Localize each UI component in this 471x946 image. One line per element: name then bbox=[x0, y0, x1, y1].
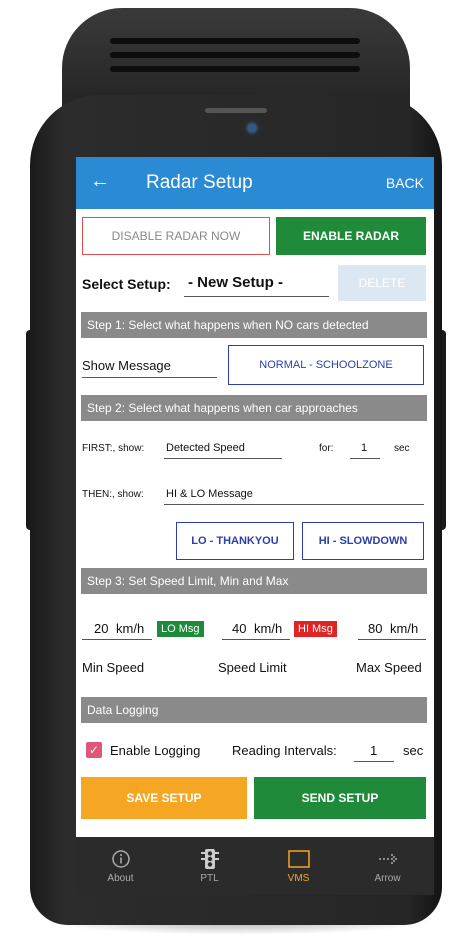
min-speed-underline bbox=[82, 639, 152, 640]
enable-logging-label: Enable Logging bbox=[110, 743, 201, 758]
back-arrow-icon[interactable]: ← bbox=[90, 171, 110, 191]
step1-header: Step 1: Select what happens when NO cars… bbox=[81, 312, 427, 338]
no-car-action-select[interactable]: Show Message bbox=[82, 358, 171, 373]
then-show-select[interactable]: HI & LO Message bbox=[166, 488, 253, 500]
setup-select[interactable]: - New Setup - bbox=[188, 274, 283, 291]
max-speed-unit: km/h bbox=[390, 621, 419, 636]
disable-radar-button[interactable]: DISABLE RADAR NOW bbox=[82, 217, 270, 255]
delete-setup-button[interactable]: DELETE bbox=[338, 265, 426, 301]
first-show-select[interactable]: Detected Speed bbox=[166, 442, 245, 454]
speaker-grille-line bbox=[110, 66, 360, 72]
arrow-board-icon bbox=[377, 848, 399, 870]
data-logging-header: Data Logging bbox=[81, 697, 427, 723]
max-speed-label: Max Speed bbox=[356, 660, 422, 675]
reading-interval-unit: sec bbox=[403, 743, 424, 758]
traffic-light-icon bbox=[199, 848, 221, 870]
nav-item-label: About bbox=[107, 873, 134, 884]
for-label: for: bbox=[319, 443, 334, 454]
lo-thankyou-button[interactable]: LO - THANKYOU bbox=[176, 522, 294, 560]
speed-limit-unit: km/h bbox=[254, 621, 283, 636]
normal-message-button[interactable]: NORMAL - SCHOOLZONE bbox=[228, 345, 424, 385]
step2-header: Step 2: Select what happens when car app… bbox=[81, 395, 427, 421]
max-speed-underline bbox=[358, 639, 426, 640]
then-show-label: THEN:, show: bbox=[82, 489, 144, 500]
sign-board-icon bbox=[287, 848, 310, 870]
app-screen: ← Radar Setup BACK DISABLE RADAR NOW ENA… bbox=[76, 157, 434, 895]
nav-item-about[interactable]: About bbox=[76, 837, 165, 895]
nav-item-ptl[interactable]: PTL bbox=[165, 837, 254, 895]
speaker-grille-line bbox=[110, 52, 360, 58]
setup-select-underline bbox=[184, 296, 329, 297]
select-setup-label: Select Setup: bbox=[82, 276, 171, 292]
send-setup-button[interactable]: SEND SETUP bbox=[254, 777, 426, 819]
hi-msg-badge: HI Msg bbox=[294, 621, 337, 637]
app-bar: ← Radar Setup BACK bbox=[76, 157, 434, 209]
min-speed-label: Min Speed bbox=[82, 660, 145, 675]
sec-label: sec bbox=[394, 443, 410, 454]
first-show-underline bbox=[164, 458, 282, 459]
bottom-navigation: About PTL VMS Arrow bbox=[76, 837, 434, 895]
speed-limit-underline bbox=[222, 639, 290, 640]
min-speed-input[interactable]: 20 bbox=[94, 621, 108, 636]
enable-radar-button[interactable]: ENABLE RADAR bbox=[276, 217, 426, 255]
duration-underline bbox=[350, 458, 380, 459]
reading-intervals-label: Reading Intervals: bbox=[232, 743, 337, 758]
first-show-label: FIRST:, show: bbox=[82, 443, 145, 454]
enable-logging-checkbox[interactable]: ✓ bbox=[86, 742, 102, 758]
nav-item-arrow[interactable]: Arrow bbox=[343, 837, 432, 895]
save-setup-button[interactable]: SAVE SETUP bbox=[81, 777, 247, 819]
speed-limit-input[interactable]: 40 bbox=[232, 621, 246, 636]
min-speed-unit: km/h bbox=[116, 621, 145, 636]
duration-input[interactable]: 1 bbox=[361, 442, 367, 454]
reading-interval-underline bbox=[354, 761, 394, 762]
reading-interval-input[interactable]: 1 bbox=[370, 743, 377, 758]
earpiece bbox=[205, 108, 267, 113]
then-show-underline bbox=[164, 504, 424, 505]
step3-header: Step 3: Set Speed Limit, Min and Max bbox=[81, 568, 427, 594]
no-car-action-underline bbox=[82, 377, 217, 378]
page-title: Radar Setup bbox=[146, 172, 253, 193]
nav-item-vms[interactable]: VMS bbox=[254, 837, 343, 895]
speaker-grille-line bbox=[110, 38, 360, 44]
nav-item-label: Arrow bbox=[374, 873, 401, 884]
nav-item-label: PTL bbox=[200, 873, 219, 884]
hi-slowdown-button[interactable]: HI - SLOWDOWN bbox=[302, 522, 424, 560]
max-speed-input[interactable]: 80 bbox=[368, 621, 382, 636]
front-camera bbox=[248, 124, 256, 132]
nav-item-label: VMS bbox=[287, 873, 310, 884]
info-icon bbox=[110, 848, 132, 870]
lo-msg-badge: LO Msg bbox=[157, 621, 204, 637]
speed-limit-label: Speed Limit bbox=[218, 660, 287, 675]
back-button[interactable]: BACK bbox=[386, 175, 424, 191]
